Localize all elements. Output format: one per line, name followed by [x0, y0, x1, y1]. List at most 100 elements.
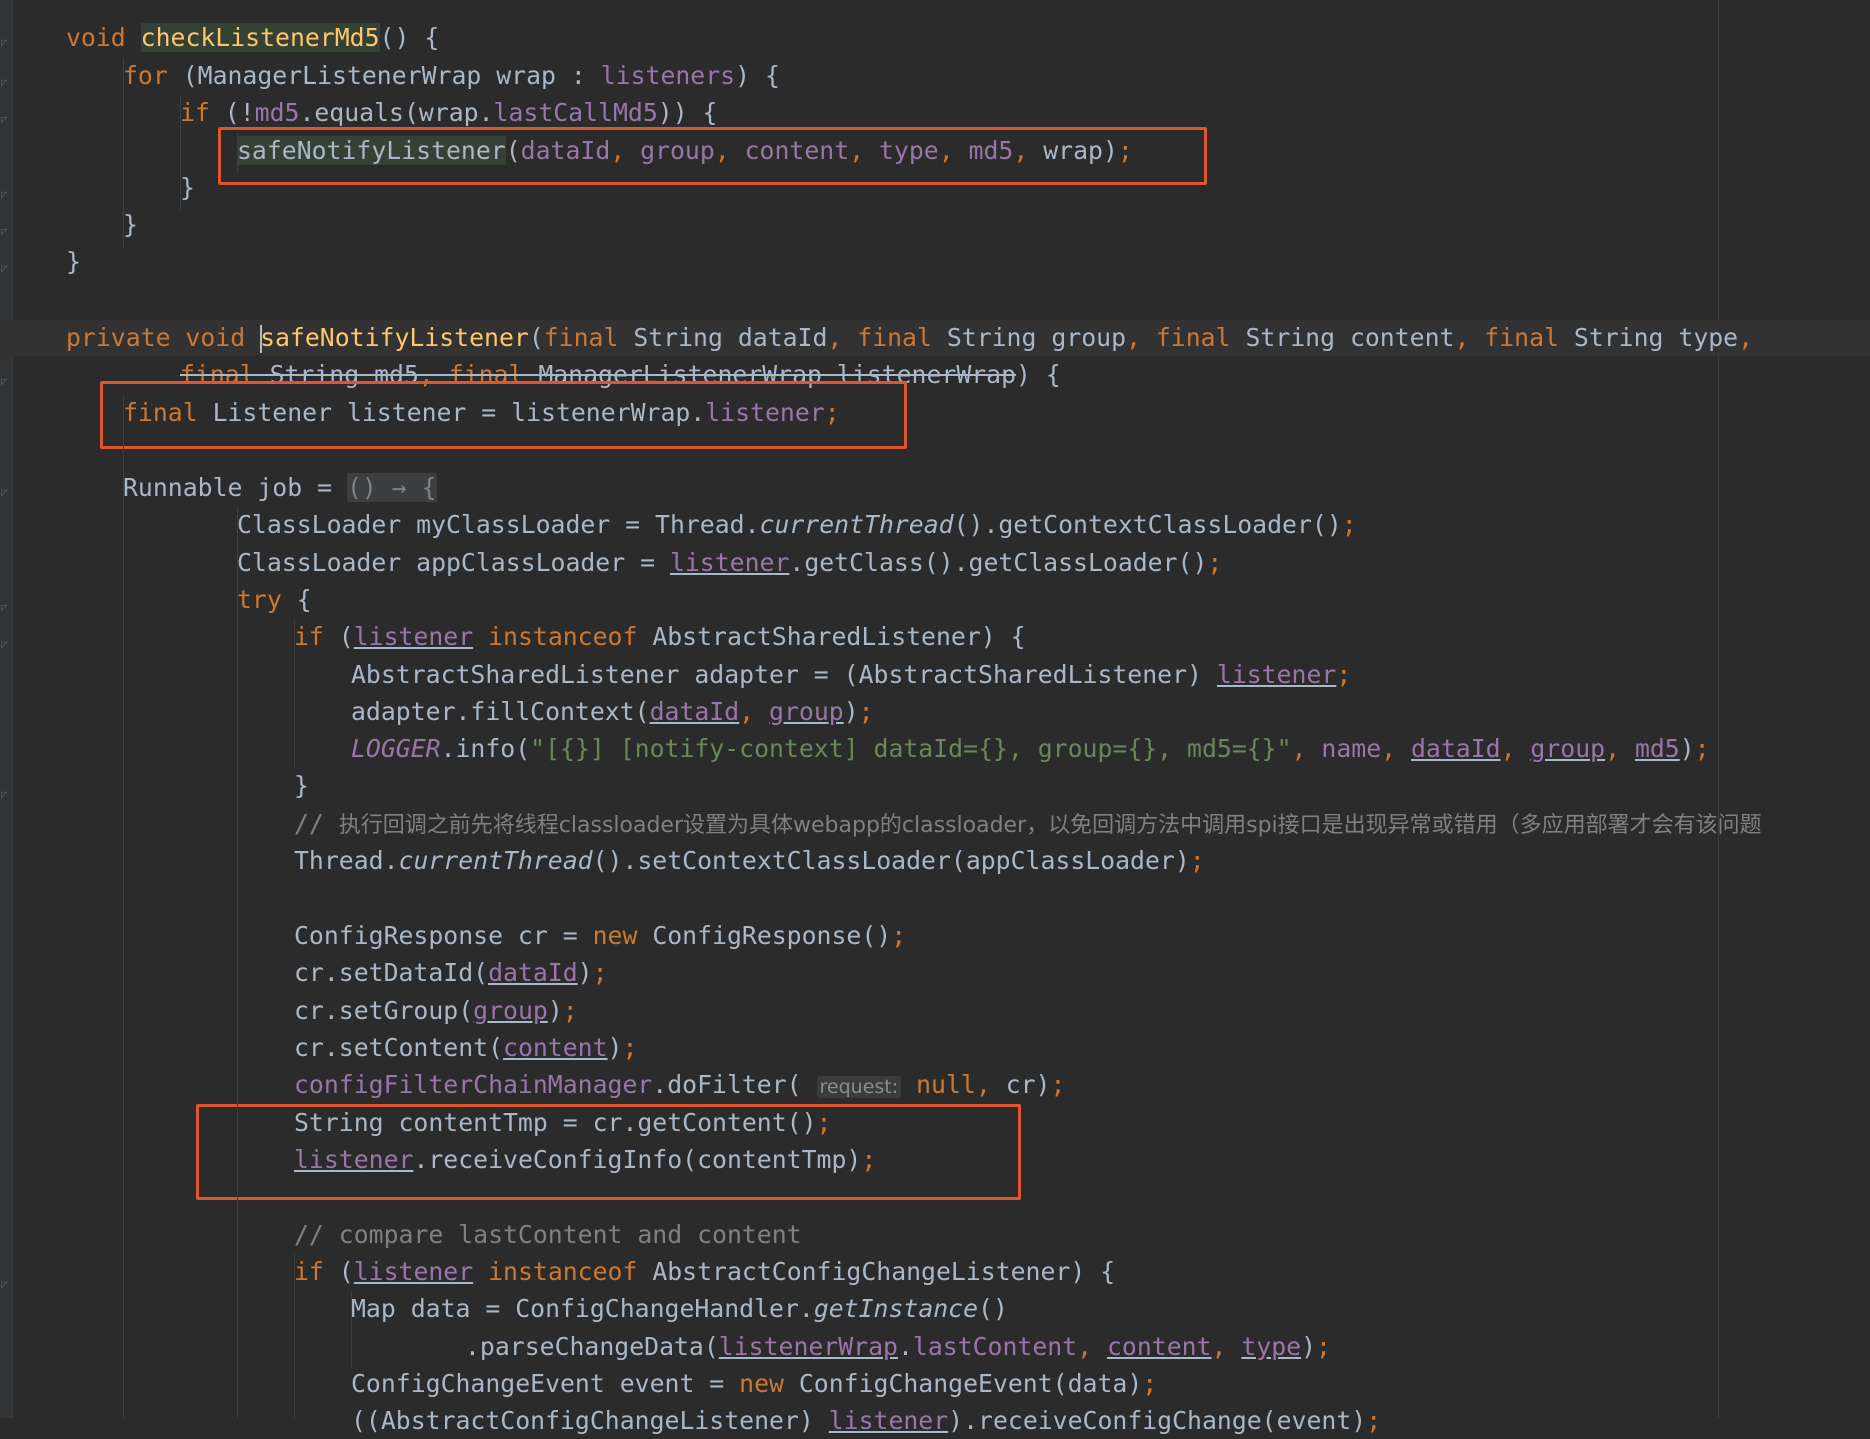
- code-line[interactable]: adapter.fillContext(dataId, group);: [351, 694, 874, 730]
- code-token: ;: [858, 697, 874, 726]
- code-token: (: [528, 323, 544, 352]
- code-token: 执行回调之前先将线程classloader设置为具体webapp的classlo…: [338, 813, 1762, 838]
- code-line[interactable]: LOGGER.info("[{}] [notify-context] dataI…: [351, 731, 1710, 767]
- code-line[interactable]: }: [180, 170, 195, 206]
- code-token: ((AbstractConfigChangeListener): [351, 1406, 829, 1435]
- code-line[interactable]: if (!md5.equals(wrap.lastCallMd5)) {: [180, 95, 717, 131]
- code-token: {: [296, 585, 312, 614]
- code-token: String group: [946, 323, 1126, 352]
- code-token: ): [1301, 1332, 1317, 1361]
- fold-marker-icon[interactable]: ◸: [1, 487, 9, 498]
- code-token: .equals(wrap.: [299, 98, 494, 127]
- code-token: listener: [1216, 660, 1337, 689]
- fold-marker-icon[interactable]: ◸: [1, 789, 9, 800]
- code-line[interactable]: AbstractSharedListener adapter = (Abstra…: [351, 657, 1351, 693]
- editor-gutter[interactable]: [0, 0, 13, 1418]
- code-token: cr.setGroup(: [294, 996, 474, 1025]
- code-line[interactable]: if (listener instanceof AbstractConfigCh…: [294, 1254, 1115, 1290]
- code-token: , final: [827, 323, 947, 352]
- code-line[interactable]: }: [294, 768, 309, 804]
- fold-marker-icon[interactable]: ◸: [1, 602, 9, 613]
- code-token: ,: [1291, 734, 1322, 763]
- code-token: ClassLoader myClassLoader = Thread.: [237, 510, 760, 539]
- code-token: AbstractSharedListener adapter = (Abstra…: [351, 660, 1217, 689]
- code-token: adapter.fillContext(: [351, 697, 650, 726]
- code-line[interactable]: for (ManagerListenerWrap wrap : listener…: [123, 58, 780, 94]
- indent-guide: [237, 507, 238, 1418]
- code-line[interactable]: cr.setDataId(dataId);: [294, 955, 608, 991]
- fold-marker-icon[interactable]: ◸: [1, 639, 9, 650]
- fold-marker-icon[interactable]: ◸: [1, 114, 9, 125]
- indent-guide: [237, 133, 238, 173]
- code-line[interactable]: Thread.currentThread().setContextClassLo…: [294, 843, 1205, 879]
- code-token: Runnable job =: [123, 473, 347, 502]
- code-token: listeners: [600, 61, 736, 90]
- code-line[interactable]: Runnable job = () → {: [123, 470, 437, 506]
- code-token: //: [294, 809, 339, 838]
- code-token: ) {: [735, 61, 780, 90]
- code-line[interactable]: void checkListenerMd5() {: [66, 20, 439, 56]
- code-line[interactable]: ((AbstractConfigChangeListener) listener…: [351, 1403, 1381, 1439]
- code-token: ) {: [1016, 360, 1061, 389]
- code-line[interactable]: private void safeNotifyListener(final St…: [66, 320, 1753, 356]
- code-token: ;: [562, 996, 578, 1025]
- code-token: ,: [975, 1070, 1006, 1099]
- code-token: cr.setDataId(: [294, 958, 489, 987]
- indent-guide: [294, 619, 295, 769]
- code-line[interactable]: }: [66, 244, 81, 280]
- code-token: ().getContextClassLoader(): [953, 510, 1342, 539]
- code-line[interactable]: ConfigChangeEvent event = new ConfigChan…: [351, 1366, 1157, 1402]
- code-line[interactable]: // compare lastContent and content: [294, 1217, 802, 1253]
- annotation-box-receive-config-info: [196, 1104, 1021, 1200]
- fold-marker-icon[interactable]: ◸: [1, 37, 9, 48]
- code-token: ;: [1142, 1369, 1158, 1398]
- code-token: for: [123, 61, 183, 90]
- code-token: ClassLoader appClassLoader =: [237, 548, 670, 577]
- code-token: type: [1241, 1332, 1302, 1361]
- code-editor[interactable]: void checkListenerMd5() {for (ManagerLis…: [0, 0, 1870, 1435]
- code-token: ;: [1336, 660, 1352, 689]
- code-token: (!: [224, 98, 255, 127]
- code-token: ): [607, 1033, 623, 1062]
- code-token: currentThread: [759, 510, 954, 539]
- code-line[interactable]: if (listener instanceof AbstractSharedLi…: [294, 619, 1026, 655]
- code-token: ;: [891, 921, 907, 950]
- code-token: )) {: [657, 98, 718, 127]
- code-line[interactable]: cr.setGroup(group);: [294, 993, 578, 1029]
- code-line[interactable]: Map data = ConfigChangeHandler.getInstan…: [351, 1291, 1008, 1327]
- code-token: dataId: [1410, 734, 1501, 763]
- code-token: (: [338, 1257, 354, 1286]
- code-token: listener: [828, 1406, 949, 1435]
- code-token: instanceof: [473, 622, 653, 651]
- code-token: checkListenerMd5: [140, 23, 380, 52]
- code-line[interactable]: }: [123, 207, 138, 243]
- code-token: ConfigResponse(): [652, 921, 892, 950]
- code-token: ,: [1077, 1332, 1107, 1361]
- code-token: listener: [353, 622, 474, 651]
- code-line[interactable]: // 执行回调之前先将线程classloader设置为具体webapp的clas…: [294, 806, 1762, 842]
- code-token: "[{}] [notify-context] dataId={}, group=…: [530, 734, 1292, 763]
- code-line[interactable]: cr.setContent(content);: [294, 1030, 637, 1066]
- fold-marker-icon[interactable]: ◸: [1, 263, 9, 274]
- code-token: ,: [1381, 734, 1411, 763]
- fold-marker-icon[interactable]: ◸: [1, 77, 9, 88]
- code-token: ,: [1500, 734, 1531, 763]
- code-token: // compare lastContent and content: [294, 1220, 802, 1249]
- code-token: currentThread: [398, 846, 593, 875]
- code-line[interactable]: ConfigResponse cr = new ConfigResponse()…: [294, 918, 906, 954]
- code-token: ): [547, 996, 563, 1025]
- code-line[interactable]: configFilterChainManager.doFilter( reque…: [294, 1067, 1065, 1103]
- code-token: if: [294, 622, 339, 651]
- fold-marker-icon[interactable]: ◸: [1, 226, 9, 237]
- code-line[interactable]: try {: [237, 582, 312, 618]
- code-line[interactable]: ClassLoader appClassLoader = listener.ge…: [237, 545, 1222, 581]
- fold-marker-icon[interactable]: ◸: [1, 189, 9, 200]
- code-token: }: [180, 173, 195, 202]
- code-token: content: [1106, 1332, 1212, 1361]
- code-line[interactable]: .parseChangeData(listenerWrap.lastConten…: [465, 1329, 1331, 1365]
- fold-marker-icon[interactable]: ◸: [1, 1279, 9, 1290]
- fold-marker-icon[interactable]: ◸: [1, 376, 9, 387]
- code-token: String type: [1573, 323, 1739, 352]
- code-token: ;: [622, 1033, 638, 1062]
- code-line[interactable]: ClassLoader myClassLoader = Thread.curre…: [237, 507, 1357, 543]
